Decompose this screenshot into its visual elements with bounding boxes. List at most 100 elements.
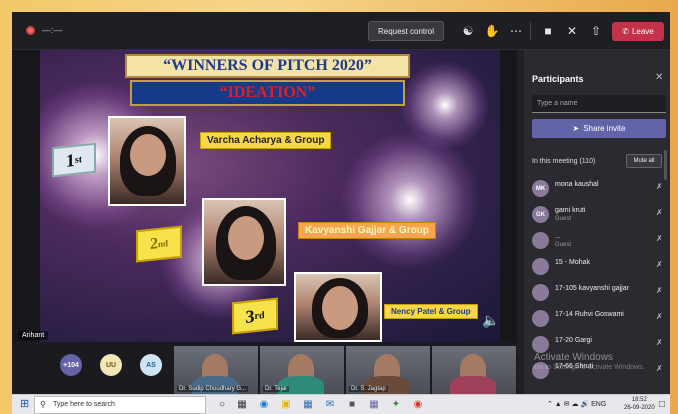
windows-start-icon[interactable]: ⊞: [20, 399, 31, 410]
windows-taskbar: ⊞ ⚲ Type here to search ○ ▦ ◉ ▣ ▦ ✉ ■ ▦ …: [12, 394, 670, 414]
mic-off-icon[interactable]: ✗: [656, 208, 663, 217]
tray-icons: ⌃ ▲ ✉ ☁ 🔊: [547, 401, 592, 408]
avatar: [532, 258, 549, 275]
person-body-shape: [450, 376, 496, 394]
avatar: [532, 310, 549, 327]
video-tile-name: Dr. Sudip Choudhary G...: [177, 386, 249, 392]
mic-off-icon[interactable]: ✗: [656, 260, 663, 269]
share-tray-icon[interactable]: ⇧: [588, 23, 604, 39]
teams-icon[interactable]: ▦: [368, 398, 380, 411]
mute-all-button[interactable]: Mute all: [626, 154, 662, 168]
mic-off-icon[interactable]: ✗: [656, 182, 663, 191]
taskbar-clock[interactable]: 18:52 26-09-2020: [624, 396, 655, 412]
face-shape: [322, 286, 358, 330]
video-tile-name: Dr. S. Jagtap: [349, 386, 388, 392]
rank-suffix: st: [74, 153, 83, 166]
leave-label: Leave: [631, 27, 654, 36]
participant-video-tile[interactable]: Dr. Sudip Choudhary G...: [174, 346, 258, 394]
clock-time: 18:52: [631, 397, 647, 403]
participant-row[interactable]: MK mona kaushal ✗: [532, 178, 670, 200]
presentation-slide: “WINNERS OF PITCH 2020” “IDEATION” 1st V…: [40, 50, 500, 342]
recording-indicator-icon: [26, 26, 35, 35]
participant-role: Guest: [555, 242, 572, 248]
avatar: [532, 284, 549, 301]
participants-icon[interactable]: ☯: [460, 23, 476, 39]
firework-decoration: [400, 60, 490, 150]
participant-video-tile[interactable]: Dr. S. Jagtap: [346, 346, 430, 394]
mic-off-icon[interactable]: ✗: [656, 312, 663, 321]
in-meeting-count: In this meeting (110): [532, 158, 596, 165]
toolbar-divider: [530, 22, 531, 40]
avatar: GK: [532, 206, 549, 223]
close-icon[interactable]: ✕: [655, 72, 663, 83]
participant-avatar[interactable]: AS: [140, 354, 162, 376]
mail-icon[interactable]: ✉: [324, 398, 336, 411]
participant-row[interactable]: GK gami kruti Guest ✗: [532, 204, 670, 226]
participant-strip: +104 UU AS Dr. Sudip Choudhary G... Dr. …: [12, 342, 517, 394]
slide-title: “WINNERS OF PITCH 2020”: [125, 54, 410, 78]
edge-icon[interactable]: ◉: [258, 398, 270, 411]
clock-date: 26-09-2020: [624, 405, 655, 411]
taskbar-search-input[interactable]: ⚲ Type here to search: [34, 396, 206, 414]
camera-icon[interactable]: ■: [540, 23, 556, 39]
store-icon[interactable]: ▦: [302, 398, 314, 411]
winner-name-3: Nency Patel & Group: [384, 304, 478, 319]
participants-panel-title: Participants: [532, 74, 584, 84]
mic-off-icon[interactable]: ✗: [656, 286, 663, 295]
avatar: [532, 232, 549, 249]
mic-off-icon[interactable]: ✗: [656, 364, 663, 373]
rank-badge-2: 2nd: [136, 225, 182, 263]
participants-panel: Participants ✕ Type a name ➤ Share invit…: [524, 50, 670, 394]
participant-name: gami kruti: [555, 207, 586, 214]
chrome-icon[interactable]: ◉: [412, 398, 424, 411]
participant-video-tile[interactable]: [432, 346, 516, 394]
share-invite-button[interactable]: ➤ Share invite: [532, 119, 666, 138]
mic-off-icon[interactable]: ✕: [564, 23, 580, 39]
rank-suffix: rd: [254, 309, 265, 322]
app-icon[interactable]: ■: [346, 398, 358, 411]
winner-photo-2: [202, 198, 286, 286]
search-icon: ⚲: [40, 400, 46, 409]
shared-content-stage: “WINNERS OF PITCH 2020” “IDEATION” 1st V…: [12, 50, 517, 342]
participant-row[interactable]: ... Guest ✗: [532, 230, 670, 252]
teams-meeting-window: —:— Request control ☯ ✋ ⋯ ■ ✕ ⇧ ✆ Leave …: [12, 12, 670, 394]
winner-name-1: Varcha Acharya & Group: [200, 132, 332, 149]
file-explorer-icon[interactable]: ▣: [280, 398, 292, 411]
firework-decoration: [340, 130, 480, 270]
overflow-participants-avatar[interactable]: +104: [60, 354, 82, 376]
rank-badge-3: 3rd: [232, 297, 278, 335]
participant-avatar[interactable]: UU: [100, 354, 122, 376]
panel-scrollbar[interactable]: [664, 150, 667, 180]
task-view-icon[interactable]: ▦: [236, 398, 248, 411]
mic-off-icon[interactable]: ✗: [656, 338, 663, 347]
slide-subtitle: “IDEATION”: [130, 80, 405, 106]
participant-name: ...: [555, 233, 561, 240]
speaker-icon[interactable]: 🔈: [482, 312, 500, 330]
phone-icon: ✆: [622, 27, 629, 36]
system-tray[interactable]: ⌃ ▲ ✉ ☁ 🔊 ENG: [547, 400, 606, 408]
cortana-icon[interactable]: ○: [216, 398, 228, 411]
participant-search-input[interactable]: Type a name: [532, 95, 666, 113]
language-indicator: ENG: [591, 401, 607, 408]
request-control-button[interactable]: Request control: [368, 21, 444, 41]
video-tile-name: Dr. Tejal: [263, 386, 289, 392]
share-icon: ➤: [572, 124, 580, 133]
participant-row[interactable]: 17-14 Ruhvi Goswami ✗: [532, 308, 670, 330]
raise-hand-icon[interactable]: ✋: [484, 23, 500, 39]
rank-number: 1: [65, 149, 75, 171]
participant-name: 15 - Mohak: [555, 259, 591, 266]
avatar-label: +104: [63, 361, 79, 369]
avatar: MK: [532, 180, 549, 197]
participant-row[interactable]: 17-105 kavyanshi gajjar ✗: [532, 282, 670, 304]
rank-number: 2: [149, 235, 158, 253]
meeting-toolbar: —:— Request control ☯ ✋ ⋯ ■ ✕ ⇧ ✆ Leave: [12, 12, 670, 50]
more-options-icon[interactable]: ⋯: [508, 23, 524, 39]
app-icon[interactable]: ✦: [390, 398, 402, 411]
avatar: [532, 336, 549, 353]
participant-name: 17-14 Ruhvi Goswami: [555, 311, 624, 318]
notification-icon[interactable]: □: [656, 398, 668, 411]
participant-video-tile[interactable]: Dr. Tejal: [260, 346, 344, 394]
participant-row[interactable]: 15 - Mohak ✗: [532, 256, 670, 278]
mic-off-icon[interactable]: ✗: [656, 234, 663, 243]
leave-button[interactable]: ✆ Leave: [612, 22, 664, 41]
